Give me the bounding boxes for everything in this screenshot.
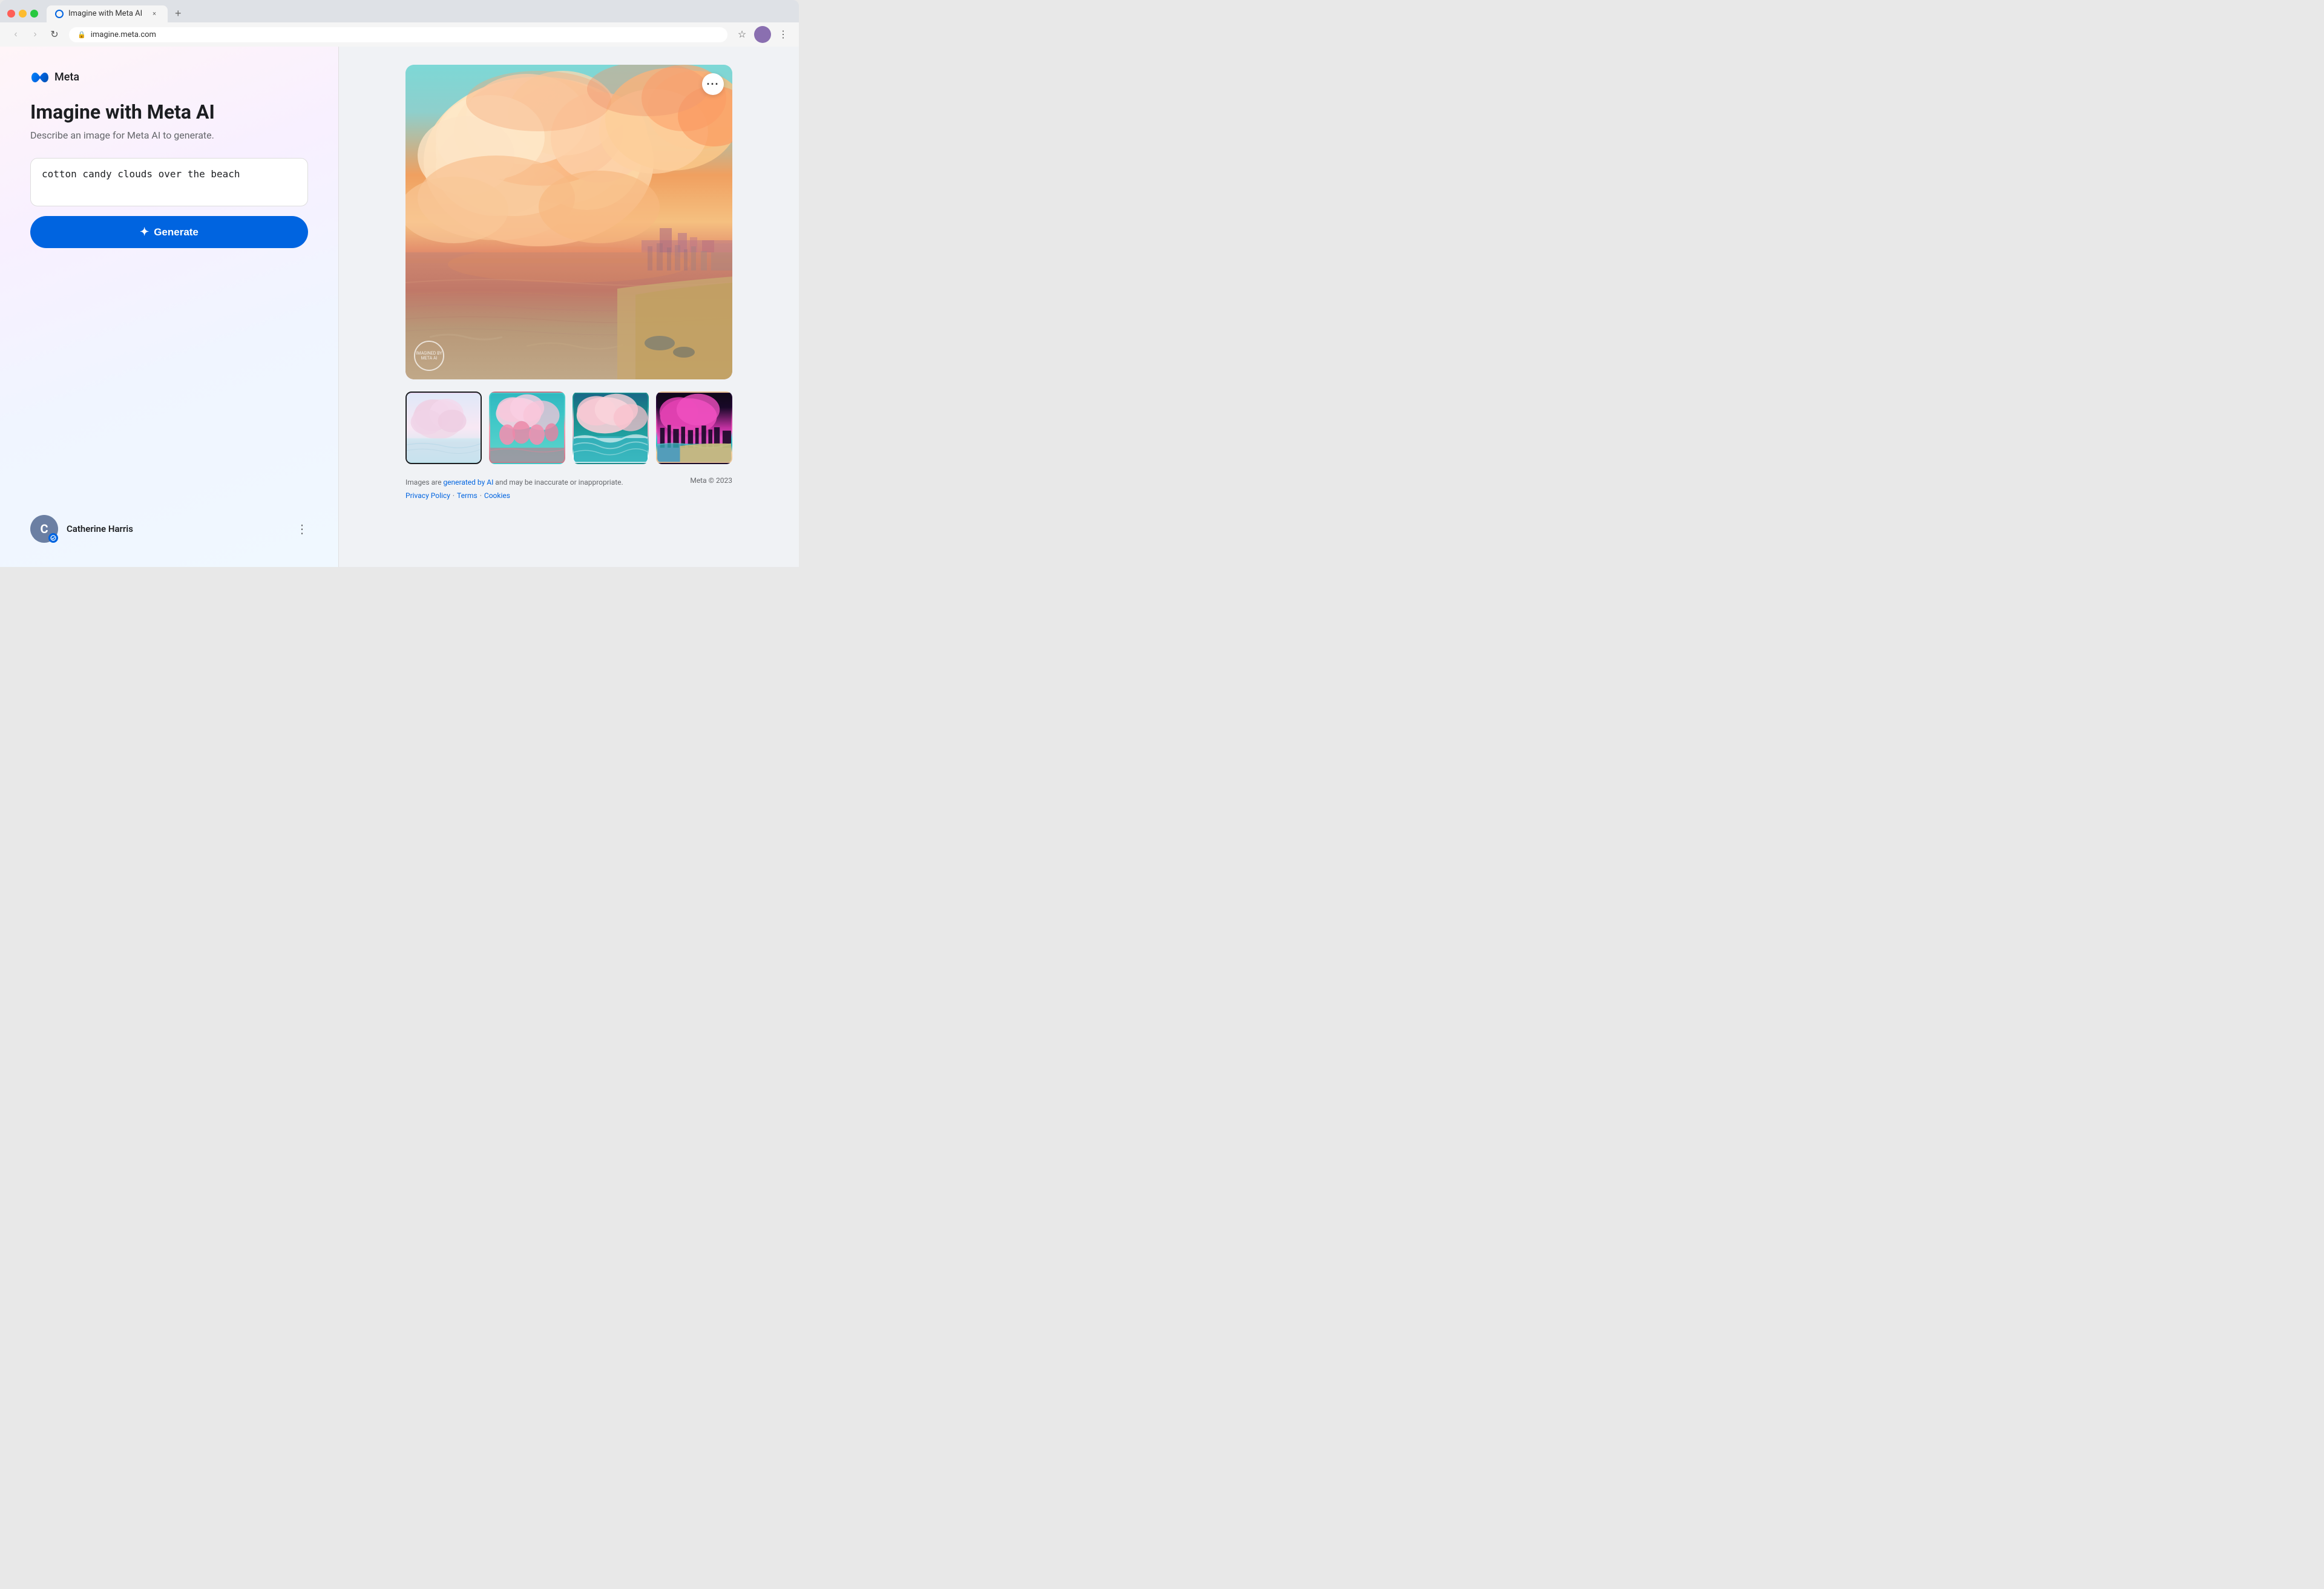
nav-buttons: ‹ › ↻ [7,26,63,43]
watermark-text: IMAGINED BY META AI [415,351,443,361]
thumbnail-3[interactable] [573,392,649,464]
more-options-button[interactable]: ··· [702,73,724,95]
active-tab[interactable]: Imagine with Meta AI × [47,5,168,22]
reload-button[interactable]: ↻ [46,26,63,43]
minimize-traffic-light[interactable] [19,10,27,18]
user-name: Catherine Harris [67,523,133,534]
back-button[interactable]: ‹ [7,26,24,43]
browser-actions: ☆ ⋮ [734,26,792,43]
main-generated-image [405,65,732,379]
sparkle-icon: ✦ [140,226,149,238]
thumbnails-row [405,392,732,464]
tab-close-button[interactable]: × [149,9,159,19]
new-tab-button[interactable]: + [170,5,186,22]
address-bar: ‹ › ↻ 🔒 imagine.meta.com ☆ ⋮ [0,22,799,47]
footer-sep-1: · [453,491,455,500]
more-options-icon: ··· [707,78,720,91]
thumbnail-4[interactable] [656,392,732,464]
main-image-container: ··· IMAGINED BY META AI [405,65,732,379]
tab-favicon [55,10,64,18]
footer-privacy-link[interactable]: Privacy Policy [405,491,450,500]
generate-label: Generate [154,226,199,238]
user-avatar-badge [48,533,58,543]
left-panel: Meta Imagine with Meta AI Describe an im… [0,47,339,567]
footer-cookies-link[interactable]: Cookies [484,491,510,500]
right-panel: ··· IMAGINED BY META AI [339,47,799,567]
footer-text-before: Images are [405,478,443,487]
footer-sep-2: · [480,491,482,500]
generate-button[interactable]: ✦ Generate [30,216,308,248]
user-menu-button[interactable]: ⋮ [296,522,308,537]
user-initial: C [40,522,48,536]
close-traffic-light[interactable] [7,10,15,18]
bookmark-button[interactable]: ☆ [734,26,750,43]
left-panel-spacer [30,248,308,503]
page-subtitle: Describe an image for Meta AI to generat… [30,129,308,141]
profile-avatar-button[interactable] [754,26,771,43]
user-avatar: C [30,515,58,543]
traffic-lights [7,10,38,18]
footer-terms-link[interactable]: Terms [457,491,478,500]
watermark: IMAGINED BY META AI [414,341,444,371]
footer-ai-link[interactable]: generated by AI [443,478,493,487]
meta-logo: Meta [30,71,308,84]
tab-bar: Imagine with Meta AI × + [0,0,799,22]
url-lock-icon: 🔒 [77,31,86,39]
prompt-input[interactable]: cotton candy clouds over the beach [30,158,308,206]
page-title: Imagine with Meta AI [30,100,308,123]
browser-window: Imagine with Meta AI × + ‹ › ↻ 🔒 imagine… [0,0,799,567]
user-profile: C Catherine Harris ⋮ [30,503,308,543]
page-content: Meta Imagine with Meta AI Describe an im… [0,47,799,567]
url-bar[interactable]: 🔒 imagine.meta.com [69,27,727,42]
thumbnail-1[interactable] [405,392,482,464]
footer-copyright: Meta © 2023 [690,476,732,485]
meta-logo-text: Meta [54,71,79,84]
thumbnail-2[interactable] [489,392,565,464]
page-footer: Images are generated by AI and may be in… [405,476,732,502]
footer-disclaimer: Images are generated by AI and may be in… [405,476,623,502]
footer-text-after: and may be inaccurate or inappropriate. [493,478,623,487]
meta-logo-icon [30,71,50,84]
tab-title: Imagine with Meta AI [68,9,142,18]
url-text: imagine.meta.com [91,30,156,39]
maximize-traffic-light[interactable] [30,10,38,18]
menu-button[interactable]: ⋮ [775,26,792,43]
forward-button[interactable]: › [27,26,44,43]
